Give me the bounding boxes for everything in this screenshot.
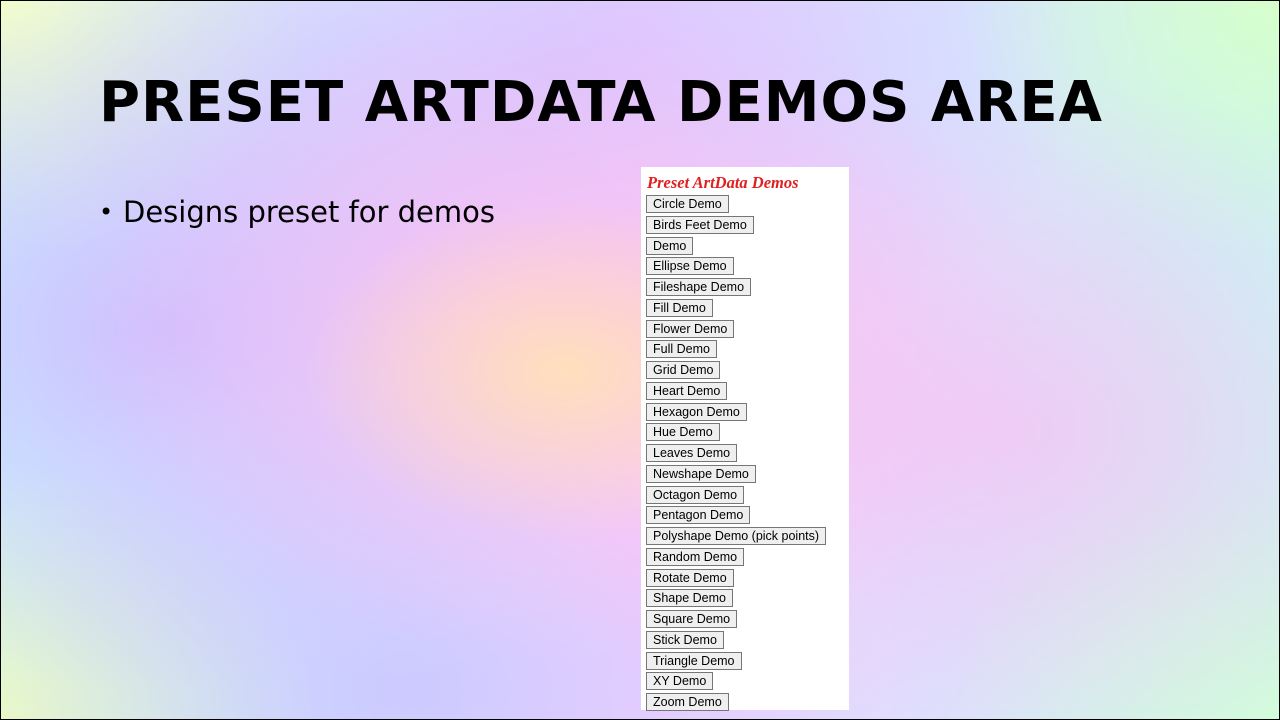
leaves-demo-button[interactable]: Leaves Demo — [646, 444, 738, 462]
octagon-demo-button[interactable]: Octagon Demo — [646, 485, 745, 504]
panel-heading: Preset ArtData Demos — [647, 173, 799, 192]
fileshape-demo-button[interactable]: Fileshape Demo — [646, 278, 752, 296]
pentagon-demo-button[interactable]: Pentagon Demo — [646, 506, 751, 525]
xy-demo-button[interactable]: XY Demo — [646, 672, 714, 691]
grid-demo-button[interactable]: Grid Demo — [646, 361, 721, 379]
polyshape-demo-button[interactable]: Polyshape Demo (pick points) — [646, 527, 827, 545]
random-demo-button[interactable]: Random Demo — [646, 547, 745, 566]
rotate-demo-button[interactable]: Rotate Demo — [646, 568, 734, 587]
preset-demos-panel: Preset ArtData Demos Circle Demo Birds F… — [641, 167, 849, 711]
birds-feet-demo-button[interactable]: Birds Feet Demo — [646, 215, 754, 234]
stick-demo-button[interactable]: Stick Demo — [646, 630, 724, 649]
bullet-item: • Designs preset for demos — [99, 195, 495, 229]
newshape-demo-button[interactable]: Newshape Demo — [646, 464, 756, 483]
demo-button-list: Circle Demo Birds Feet Demo Demo Ellipse… — [646, 195, 849, 714]
bullet-text: Designs preset for demos — [123, 195, 495, 229]
flower-demo-button[interactable]: Flower Demo — [646, 319, 735, 338]
hexagon-demo-button[interactable]: Hexagon Demo — [646, 402, 747, 421]
slide-title: PRESET ARTDATA DEMOS AREA — [99, 70, 1103, 135]
bullet-list: • Designs preset for demos — [99, 195, 495, 229]
shape-demo-button[interactable]: Shape Demo — [646, 589, 733, 608]
square-demo-button[interactable]: Square Demo — [646, 610, 738, 628]
heart-demo-button[interactable]: Heart Demo — [646, 381, 728, 400]
full-demo-button[interactable]: Full Demo — [646, 340, 717, 359]
bullet-dot-icon: • — [99, 198, 114, 226]
hue-demo-button[interactable]: Hue Demo — [646, 423, 720, 442]
triangle-demo-button[interactable]: Triangle Demo — [646, 651, 742, 670]
demo-button[interactable]: Demo — [646, 236, 694, 255]
ellipse-demo-button[interactable]: Ellipse Demo — [646, 257, 734, 276]
fill-demo-button[interactable]: Fill Demo — [646, 298, 713, 317]
zoom-demo-button[interactable]: Zoom Demo — [646, 693, 729, 711]
circle-demo-button[interactable]: Circle Demo — [646, 195, 729, 213]
